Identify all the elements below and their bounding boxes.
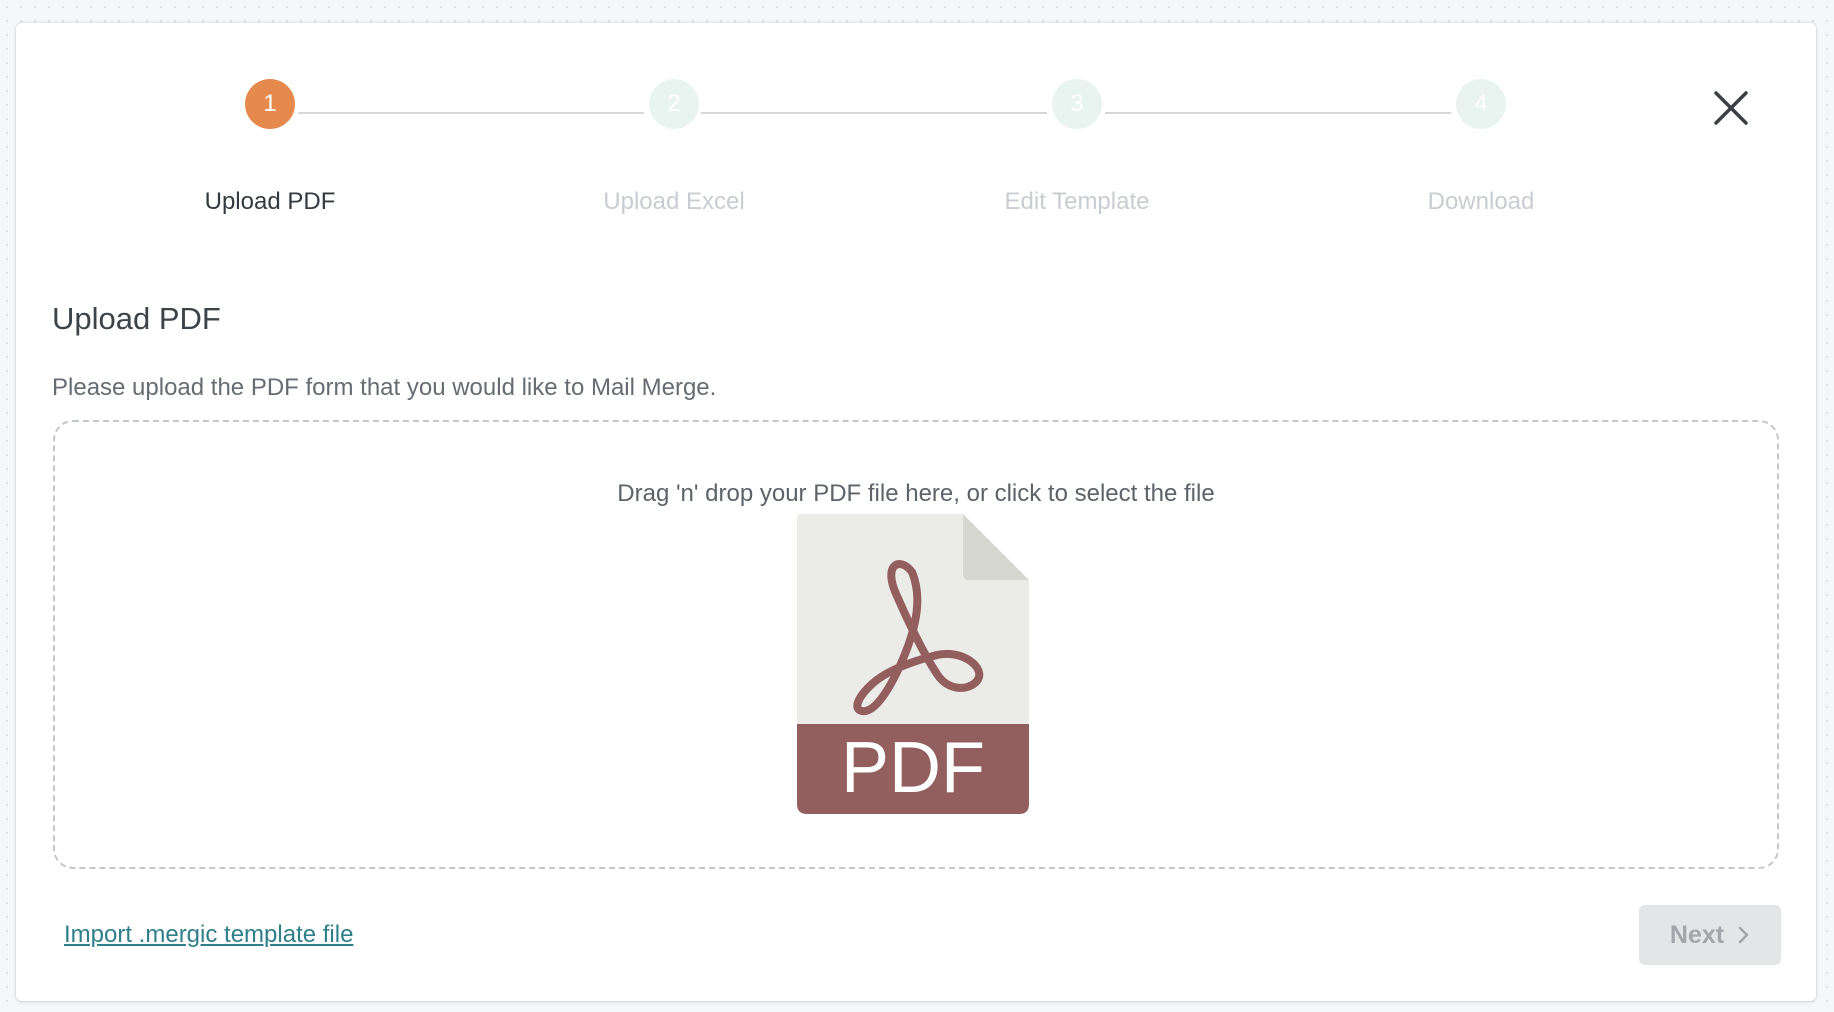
next-button[interactable]: Next <box>1639 905 1781 965</box>
close-icon <box>1714 91 1748 125</box>
pdf-icon-label: PDF <box>841 728 985 808</box>
step-1-circle: 1 <box>245 79 295 129</box>
step-3-label: Edit Template <box>1004 188 1150 215</box>
page-title: Upload PDF <box>52 301 221 336</box>
page-description: Please upload the PDF form that you woul… <box>52 374 717 401</box>
step-4-circle: 4 <box>1456 79 1506 129</box>
step-2-label: Upload Excel <box>603 188 745 215</box>
step-connector <box>701 112 1047 114</box>
close-button[interactable] <box>1706 83 1756 133</box>
step-2-circle: 2 <box>649 79 699 129</box>
import-template-link[interactable]: Import .mergic template file <box>64 921 353 949</box>
step-4-label: Download <box>1427 188 1535 215</box>
pdf-file-icon: PDF <box>797 514 1029 814</box>
step-connector <box>298 112 644 114</box>
step-1-label: Upload PDF <box>204 188 336 215</box>
mail-merge-wizard-modal: 1 2 3 4 Upload PDF Upload Excel Edit Tem… <box>16 23 1816 1001</box>
pdf-dropzone[interactable]: Drag 'n' drop your PDF file here, or cli… <box>53 420 1779 869</box>
step-connector <box>1105 112 1451 114</box>
next-button-label: Next <box>1669 920 1725 949</box>
stepper: 1 2 3 4 Upload PDF Upload Excel Edit Tem… <box>16 23 1816 223</box>
dropzone-instructions: Drag 'n' drop your PDF file here, or cli… <box>617 480 1215 507</box>
step-3-circle: 3 <box>1052 79 1102 129</box>
chevron-right-icon <box>1738 926 1749 944</box>
